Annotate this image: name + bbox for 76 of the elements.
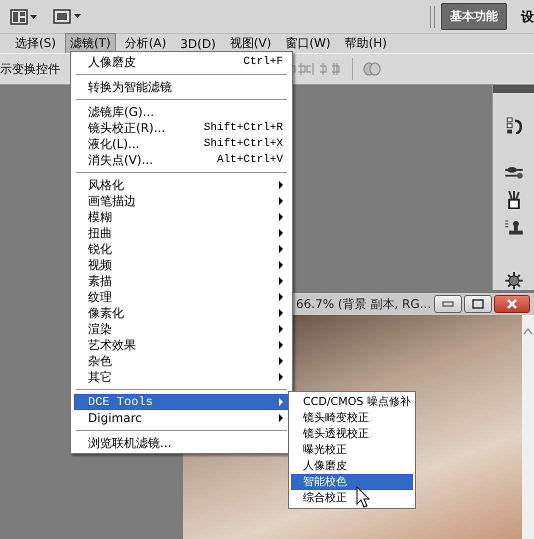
shortcut-label: Ctrl+F [243, 56, 283, 68]
close-button[interactable] [494, 295, 530, 313]
menu-item[interactable]: 窗口(W) [280, 33, 336, 54]
menu-item-label: 滤镜库(G)... [88, 104, 156, 120]
menu-item-label: 素描 [88, 272, 113, 290]
menu-item-label: 视频 [88, 256, 113, 274]
menu-item[interactable]: 分析(A) [120, 33, 172, 54]
menu-item[interactable]: 镜头校正(R)... Shift+Ctrl+R [74, 120, 289, 136]
menu-item-label: 扭曲 [88, 224, 113, 242]
menu-item[interactable]: 渲染 [74, 321, 289, 337]
maximize-button[interactable] [464, 295, 492, 313]
menu-item[interactable]: 素描 [74, 273, 289, 289]
screen-mode-button[interactable] [52, 8, 82, 26]
menu-item-label: 模糊 [88, 208, 113, 226]
menu-item[interactable]: 纹理 [74, 289, 289, 305]
submenu-item[interactable]: 曝光校正 [291, 442, 413, 458]
menu-item-label: 画笔描边 [88, 192, 137, 210]
workspace-button[interactable]: 基本功能 [441, 3, 507, 30]
menu-item-label: 风格化 [88, 176, 125, 194]
workspace-label[interactable]: 设 [521, 8, 534, 26]
menu-item[interactable]: 浏览联机滤镜... [74, 435, 289, 451]
menu-item-label: 转换为智能滤镜 [88, 78, 173, 96]
menu-item[interactable]: 视图(V) [224, 33, 276, 54]
menu-item[interactable]: 视频 [74, 257, 289, 273]
menu-item[interactable]: 画笔描边 [74, 193, 289, 209]
shortcut-label: Shift+Ctrl+R [204, 122, 283, 134]
menu-item-label: 镜头校正(R)... [88, 120, 166, 136]
shortcut-label: Alt+Ctrl+V [216, 154, 283, 166]
menu-item[interactable]: 锐化 [74, 241, 289, 257]
submenu-item[interactable]: 人像磨皮 [291, 458, 413, 474]
menu-item[interactable]: Digimarc [74, 410, 289, 426]
menu-item-label: DCE Tools [88, 395, 154, 409]
scrollbar[interactable] [522, 315, 534, 539]
menu-item[interactable]: 艺术效果 [74, 337, 289, 353]
menu-item-label: 锐化 [88, 240, 113, 258]
menu-item[interactable]: 3D(D) [175, 34, 221, 52]
stamp-icon[interactable] [504, 219, 524, 237]
menu-item-label: 像素化 [88, 304, 125, 322]
history-icon[interactable] [504, 116, 522, 134]
menu-item[interactable]: 其它 [74, 369, 289, 385]
menu-item[interactable]: 扭曲 [74, 225, 289, 241]
close-icon [506, 299, 518, 309]
menu-item[interactable]: 滤镜库(G)... [74, 104, 289, 120]
menu-item-label: 消失点(V)... [88, 152, 154, 168]
submenu-item[interactable]: 综合校正 [291, 490, 413, 506]
menu-item[interactable]: 选择(S) [10, 33, 61, 54]
menu-item-label: 渲染 [88, 320, 113, 338]
maximize-icon [472, 299, 484, 309]
menu-item-label: 纹理 [88, 288, 113, 306]
submenu-item[interactable]: 镜头畸变校正 [291, 410, 413, 426]
menu-item-label: 艺术效果 [88, 336, 137, 354]
submenu-item[interactable]: 镜头透视校正 [291, 426, 413, 442]
menu-item-label: 其它 [88, 368, 113, 386]
minimize-icon [442, 301, 454, 307]
menu-item-label: 人像磨皮 [88, 54, 137, 70]
menu-item-label: Digimarc [88, 411, 143, 425]
menu-item-label: 液化(L)... [88, 136, 140, 152]
menu-item[interactable]: DCE Tools [74, 394, 289, 410]
submenu-item[interactable]: 智能校色 [291, 474, 413, 490]
menu-item[interactable]: 模糊 [74, 209, 289, 225]
menu-item[interactable]: 帮助(H) [340, 33, 392, 54]
shortcut-label: Shift+Ctrl+X [204, 138, 283, 150]
menu-item[interactable]: 人像磨皮 Ctrl+F [74, 54, 289, 70]
minimize-button[interactable] [434, 295, 462, 313]
document-title: 66.7% (背景 副本, RG... [296, 296, 432, 312]
menu-item-label: 浏览联机滤镜... [88, 434, 172, 452]
menu-item[interactable]: 像素化 [74, 305, 289, 321]
option-label: 示变换控件 [0, 60, 60, 78]
menu-item[interactable]: 液化(L)... Shift+Ctrl+X [74, 136, 289, 152]
menu-item-label: 杂色 [88, 352, 113, 370]
layout-button[interactable] [10, 8, 38, 24]
menu-item[interactable]: 转换为智能滤镜 [74, 79, 289, 95]
menu-item[interactable]: 杂色 [74, 353, 289, 369]
menu-item[interactable]: 风格化 [74, 177, 289, 193]
menu-item[interactable]: 消失点(V)... Alt+Ctrl+V [74, 152, 289, 168]
submenu-item[interactable]: CCD/CMOS 噪点修补 [291, 394, 413, 410]
